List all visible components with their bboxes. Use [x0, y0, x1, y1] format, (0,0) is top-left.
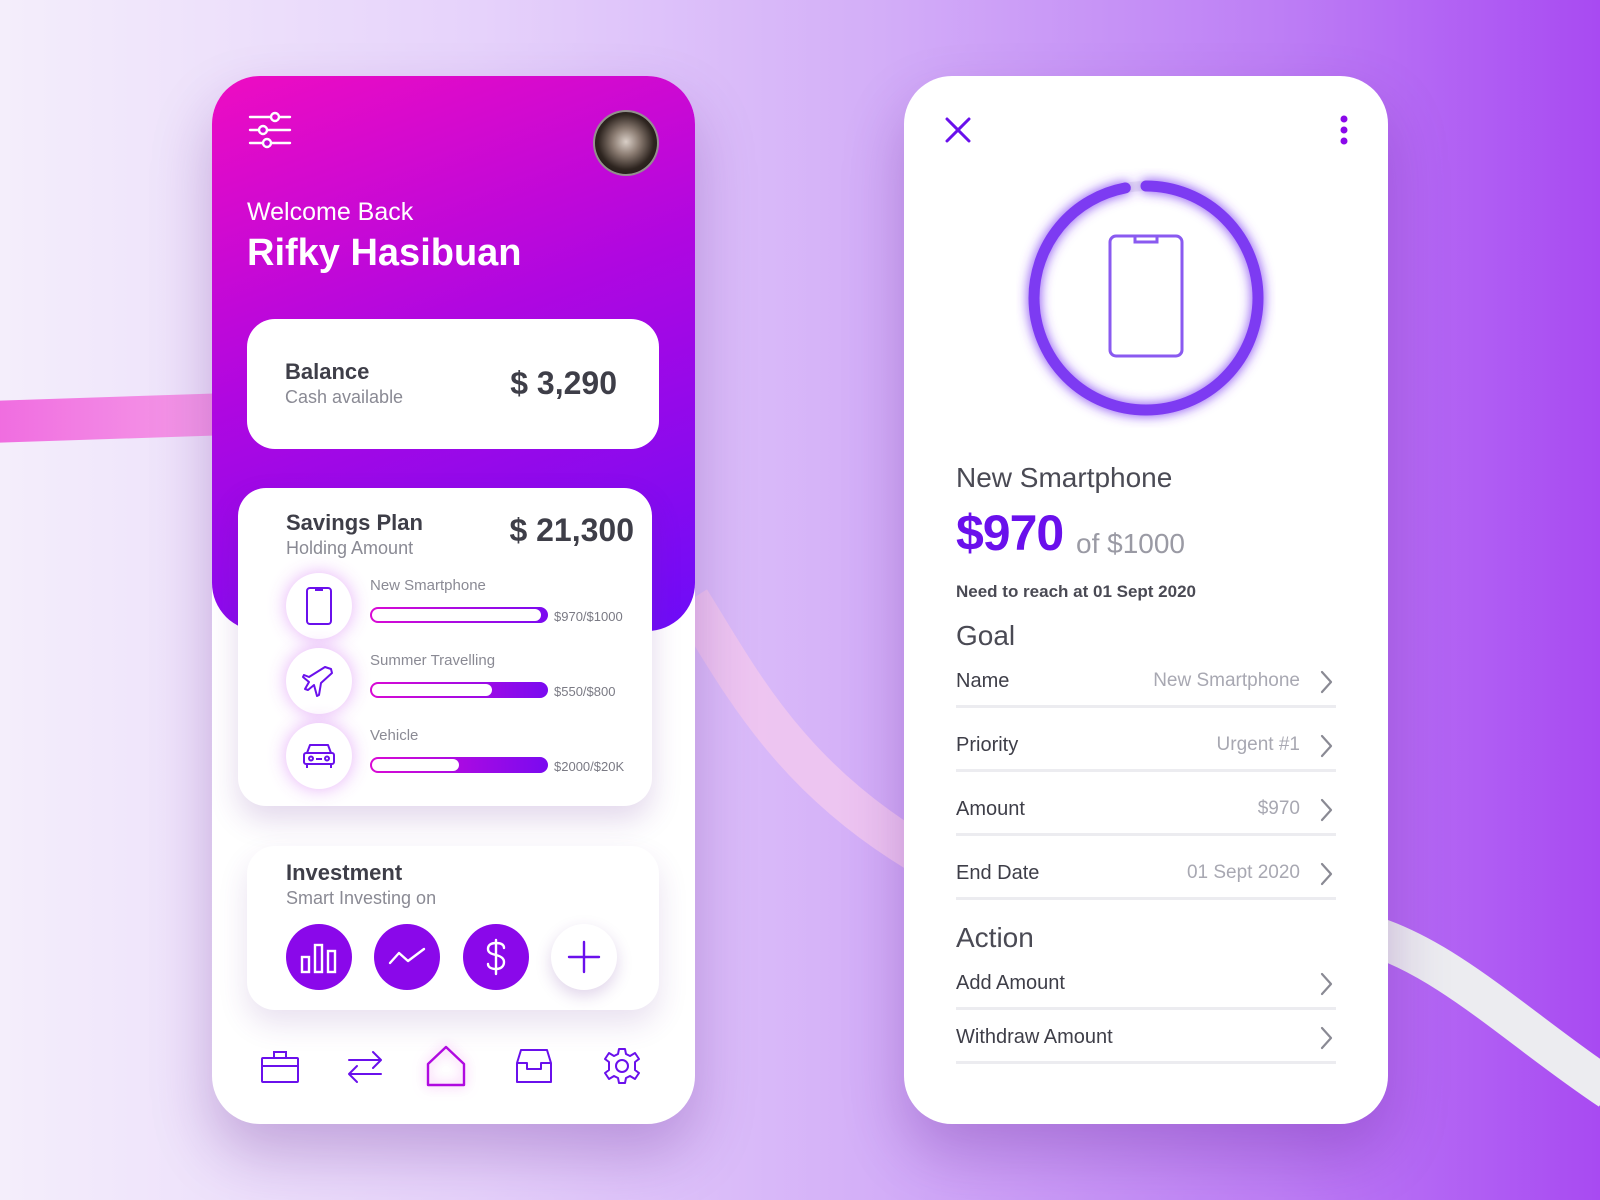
goal-value: $2000/$20K: [554, 759, 625, 774]
settings-icon[interactable]: [598, 1042, 646, 1090]
chevron-right-icon: [1320, 1026, 1333, 1050]
investment-subtitle: Smart Investing on: [286, 888, 437, 908]
savings-goal-item[interactable]: Summer Travelling $550/$800: [286, 648, 652, 714]
chevron-right-icon: [1320, 734, 1333, 758]
goal-progress-bar: [370, 757, 548, 773]
action-label: Withdraw Amount: [956, 1026, 1113, 1048]
withdraw-amount-button[interactable]: Withdraw Amount: [956, 1016, 1336, 1064]
home-screen: Welcome Back Rifky Hasibuan Balance Cash…: [212, 76, 695, 1124]
bar-chart-icon[interactable]: [286, 924, 352, 990]
savings-goal-item[interactable]: New Smartphone $970/$1000: [286, 573, 652, 639]
chevron-right-icon: [1320, 670, 1333, 694]
user-name: Rifky Hasibuan: [247, 232, 522, 274]
add-amount-button[interactable]: Add Amount: [956, 962, 1336, 1010]
goal-target-amount: of $1000: [1076, 528, 1185, 559]
savings-subtitle: Holding Amount: [286, 538, 414, 558]
field-label: Priority: [956, 734, 1019, 756]
close-icon[interactable]: [938, 110, 978, 150]
goal-title: New Smartphone: [956, 462, 1173, 493]
airplane-icon: [286, 648, 352, 714]
inbox-icon[interactable]: [510, 1042, 558, 1090]
goal-section-title: Goal: [956, 620, 1016, 651]
goal-name: New Smartphone: [370, 577, 486, 594]
goal-progress-fill: [372, 609, 541, 621]
avatar[interactable]: [593, 110, 659, 176]
chevron-right-icon: [1320, 862, 1333, 886]
goal-value: $550/$800: [554, 684, 616, 699]
smartphone-icon: [1108, 234, 1184, 358]
savings-amount: $ 21,300: [509, 512, 634, 548]
goal-name: Summer Travelling: [370, 652, 496, 669]
goal-field-end-date[interactable]: End Date 01 Sept 2020: [956, 852, 1336, 900]
home-icon[interactable]: [422, 1042, 470, 1090]
balance-card[interactable]: Balance Cash available $ 3,290: [247, 319, 659, 449]
car-icon: [286, 723, 352, 789]
balance-subtitle: Cash available: [285, 387, 404, 407]
savings-title: Savings Plan: [286, 510, 423, 535]
goal-name: Vehicle: [370, 727, 419, 744]
action-label: Add Amount: [956, 972, 1065, 994]
balance-title: Balance: [285, 359, 370, 384]
sliders-icon[interactable]: [248, 108, 292, 152]
savings-plan-card[interactable]: Savings Plan Holding Amount $ 21,300 New…: [238, 488, 652, 806]
investment-title: Investment: [286, 860, 403, 885]
briefcase-icon[interactable]: [256, 1042, 304, 1090]
dollar-icon[interactable]: [463, 924, 529, 990]
welcome-text: Welcome Back: [247, 198, 414, 226]
field-value: $970: [1257, 798, 1300, 819]
plus-icon[interactable]: [551, 924, 617, 990]
field-label: End Date: [956, 862, 1040, 884]
goal-progress-bar: [370, 682, 548, 698]
goal-progress-bar: [370, 607, 548, 623]
action-section-title: Action: [956, 922, 1034, 953]
field-value: Urgent #1: [1216, 734, 1300, 755]
goal-field-priority[interactable]: Priority Urgent #1: [956, 724, 1336, 772]
transfer-icon[interactable]: [341, 1042, 389, 1090]
more-vertical-icon[interactable]: [1334, 110, 1354, 150]
goal-progress-ring: [1028, 180, 1264, 416]
goal-value: $970/$1000: [554, 609, 623, 624]
goal-detail-screen: New Smartphone $970 of $1000 Need to rea…: [904, 76, 1388, 1124]
goal-field-name[interactable]: Name New Smartphone: [956, 660, 1336, 708]
goal-field-amount[interactable]: Amount $970: [956, 788, 1336, 836]
goal-deadline: Need to reach at 01 Sept 2020: [956, 582, 1197, 601]
field-value: 01 Sept 2020: [1186, 862, 1300, 883]
chevron-right-icon: [1320, 798, 1333, 822]
balance-amount: $ 3,290: [510, 365, 617, 401]
field-label: Amount: [956, 798, 1025, 820]
goal-saved-amount: $970: [956, 505, 1064, 561]
goal-progress-fill: [372, 759, 459, 771]
investment-card: Investment Smart Investing on: [247, 846, 659, 1010]
line-chart-icon[interactable]: [374, 924, 440, 990]
goal-progress-fill: [372, 684, 493, 696]
field-label: Name: [956, 670, 1010, 692]
chevron-right-icon: [1320, 972, 1333, 996]
savings-goal-item[interactable]: Vehicle $2000/$20K: [286, 723, 652, 789]
smartphone-icon: [286, 573, 352, 639]
field-value: New Smartphone: [1153, 670, 1300, 691]
